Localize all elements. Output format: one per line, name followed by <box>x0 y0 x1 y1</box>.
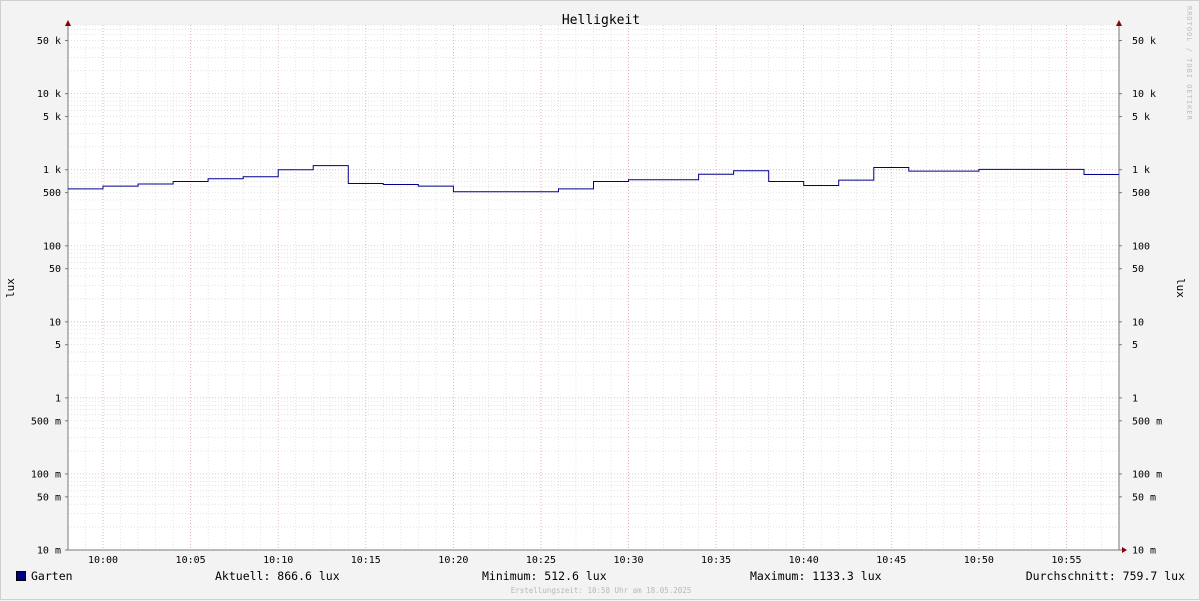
y-axis-label-left: lux <box>4 278 17 298</box>
legend-series-name: Garten <box>31 569 73 583</box>
x-tick-label: 10:35 <box>701 555 731 566</box>
y-tick-label-left: 1 <box>55 393 61 404</box>
y-tick-label-right: 50 <box>1132 264 1144 275</box>
watermark: RRDTOOL / TOBI OETIKER <box>1185 6 1193 121</box>
y-tick-label-left: 500 m <box>31 416 61 427</box>
y-tick-label-left: 5 k <box>43 112 61 123</box>
legend-minimum: Minimum: 512.6 lux <box>482 569 607 583</box>
y-axis-label-right: lux <box>1174 278 1187 298</box>
x-tick-label: 10:50 <box>964 555 994 566</box>
x-axis-arrow <box>1122 547 1127 553</box>
legend-average: Durchschnitt: 759.7 lux <box>1025 569 1185 583</box>
y-tick-label-right: 10 k <box>1132 89 1156 100</box>
y-tick-label-left: 100 m <box>31 469 61 480</box>
y-tick-label-right: 1 k <box>1132 165 1150 176</box>
y-tick-label-right: 500 <box>1132 188 1150 199</box>
y-tick-label-left: 50 m <box>37 492 61 503</box>
x-tick-label: 10:55 <box>1051 555 1081 566</box>
y-tick-label-left: 10 <box>49 317 61 328</box>
y-tick-label-right: 50 m <box>1132 492 1156 503</box>
legend-swatch <box>16 571 26 581</box>
y-tick-label-right: 50 k <box>1132 36 1156 47</box>
y-tick-label-right: 100 m <box>1132 469 1162 480</box>
y-axis-arrow-left <box>65 20 71 26</box>
x-tick-label: 10:15 <box>351 555 381 566</box>
y-tick-label-left: 100 <box>43 241 61 252</box>
x-tick-label: 10:05 <box>176 555 206 566</box>
x-tick-label: 10:45 <box>876 555 906 566</box>
creation-time-footer: Erstellungszeit: 10:58 Uhr am 18.05.2025 <box>510 586 692 595</box>
y-axis-arrow-right <box>1116 20 1122 26</box>
y-tick-label-left: 50 <box>49 264 61 275</box>
legend-current: Aktuell: 866.6 lux <box>215 569 340 583</box>
legend-maximum: Maximum: 1133.3 lux <box>750 569 882 583</box>
y-tick-label-right: 10 <box>1132 317 1144 328</box>
x-tick-label: 10:20 <box>438 555 468 566</box>
y-tick-label-left: 10 m <box>37 546 61 557</box>
x-tick-label: 10:25 <box>526 555 556 566</box>
y-tick-label-right: 5 k <box>1132 112 1150 123</box>
y-tick-label-right: 10 m <box>1132 546 1156 557</box>
y-tick-label-left: 500 <box>43 188 61 199</box>
y-tick-label-left: 5 <box>55 340 61 351</box>
y-tick-label-right: 500 m <box>1132 416 1162 427</box>
legend-row: Garten Aktuell: 866.6 lux Minimum: 512.6… <box>1 568 1200 584</box>
x-tick-label: 10:10 <box>263 555 293 566</box>
y-tick-label-left: 50 k <box>37 36 61 47</box>
y-tick-label-right: 5 <box>1132 340 1138 351</box>
x-tick-label: 10:00 <box>88 555 118 566</box>
chart-frame: 10:00 10:05 10:10 10:15 10:20 10:25 10:30 10:35… <box>0 0 1200 600</box>
y-tick-label-right: 100 <box>1132 241 1150 252</box>
y-tick-label-left: 1 k <box>43 165 61 176</box>
chart-title: Helligkeit <box>562 13 640 28</box>
chart-canvas: 10:00 10:05 10:10 10:15 10:20 10:25 10:30 10:35… <box>4 6 1193 566</box>
x-tick-label: 10:40 <box>789 555 819 566</box>
x-tick-label: 10:30 <box>613 555 643 566</box>
y-tick-label-left: 10 k <box>37 89 61 100</box>
y-tick-label-right: 1 <box>1132 393 1138 404</box>
